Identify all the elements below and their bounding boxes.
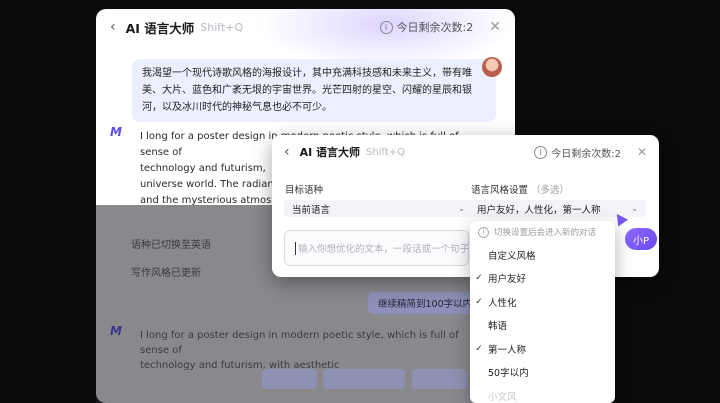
close-icon[interactable]: ✕: [637, 145, 647, 159]
ai-logo-icon: M: [110, 324, 122, 338]
window-header: ‹ AI 语言大师 Shift+Q i 今日剩余次数:2 ✕: [272, 135, 659, 169]
status-style-updated: 写作风格已更新: [131, 268, 201, 279]
window-title: AI 语言大师: [299, 146, 361, 159]
back-arrow-icon[interactable]: ‹: [284, 144, 290, 160]
target-language-label: 目标语种: [285, 185, 324, 196]
option-label: 人性化: [488, 297, 517, 309]
dropdown-option-humanized[interactable]: ✓ 人性化: [470, 290, 615, 314]
ai-reply2-text: I long for a poster design in modern poe…: [140, 328, 470, 373]
chevron-down-icon: ⌄: [458, 204, 465, 213]
dropdown-tip: i 切换设置后会进入新的对话: [470, 221, 615, 243]
option-label: 50字以内: [488, 368, 529, 380]
style-options-dropdown: i 切换设置后会进入新的对话 自定义风格 ✓ 用户友好 ✓ 人性化 韩语 ✓ 第…: [470, 221, 615, 403]
user-message-bubble: 我渴望一个现代诗歌风格的海报设计，其中充满科技感和未来主义，带有唯美、大片、蓝色…: [132, 59, 496, 122]
dropdown-option-korean[interactable]: 韩语: [470, 314, 615, 338]
text-caret: [295, 241, 296, 255]
close-icon[interactable]: ✕: [489, 19, 501, 35]
window-header: ‹ AI 语言大师 Shift+Q i 今日剩余次数:2 ✕: [96, 9, 515, 45]
quota-indicator: i 今日剩余次数:2: [379, 19, 474, 35]
suggestion-chip[interactable]: [262, 369, 317, 389]
dropdown-option-first-person[interactable]: ✓ 第一人称: [470, 337, 615, 361]
dropdown-option-user-friendly[interactable]: ✓ 用户友好: [470, 267, 615, 291]
check-icon: ✓: [475, 296, 483, 307]
option-label: 小文风: [488, 391, 517, 403]
suggestion-chip[interactable]: [323, 369, 405, 389]
info-icon: i: [478, 226, 489, 238]
quota-text: 今日剩余次数:2: [396, 21, 474, 34]
ai-logo-icon: M: [110, 125, 122, 139]
shortcut-hint: Shift+Q: [366, 146, 406, 158]
window-title: AI 语言大师: [125, 20, 195, 36]
suggestion-chip[interactable]: [412, 369, 467, 389]
target-language-value: 当前语言: [292, 204, 331, 216]
option-label: 自定义风格: [488, 250, 536, 262]
continue-action-bubble[interactable]: 继续精简到100字以内: [368, 292, 483, 314]
quota-text: 今日剩余次数:2: [551, 148, 621, 160]
text-input-placeholder: 输入你想优化的文本，一段话或一个句子: [298, 244, 468, 255]
status-language-switched: 语种已切换至英语: [131, 240, 211, 251]
dropdown-option-custom-style[interactable]: 自定义风格: [470, 243, 615, 267]
check-icon: ✓: [475, 343, 483, 354]
dropdown-tip-text: 切换设置后会进入新的对话: [494, 228, 597, 238]
style-setting-value: 用户友好，人性化，第一人称: [477, 204, 601, 216]
style-setting-optional: （多选）: [531, 185, 570, 196]
shortcut-hint: Shift+Q: [200, 20, 244, 34]
dropdown-option-under-50-chars[interactable]: 50字以内: [470, 361, 615, 385]
option-label: 第一人称: [488, 344, 527, 356]
target-language-select[interactable]: 当前语言 ⌄: [284, 200, 473, 217]
back-arrow-icon[interactable]: ‹: [110, 19, 116, 35]
style-setting-label: 语言风格设置 （多选）: [471, 182, 569, 196]
assistant-badge[interactable]: 小P: [625, 228, 657, 250]
avatar: [482, 57, 502, 77]
option-label: 用户友好: [488, 274, 527, 286]
info-icon: i: [534, 145, 548, 159]
info-icon: i: [379, 20, 393, 34]
text-input[interactable]: 输入你想优化的文本，一段话或一个句子: [284, 230, 469, 266]
chevron-down-icon: ⌄: [631, 204, 638, 213]
dropdown-option-faded[interactable]: 小文风: [470, 384, 615, 403]
quota-indicator: i 今日剩余次数:2: [534, 145, 621, 160]
ai-reply-line: I long for a poster design in modern poe…: [140, 330, 459, 356]
style-setting-label-text: 语言风格设置: [471, 185, 529, 196]
check-icon: ✓: [475, 273, 483, 284]
option-label: 韩语: [488, 321, 508, 333]
